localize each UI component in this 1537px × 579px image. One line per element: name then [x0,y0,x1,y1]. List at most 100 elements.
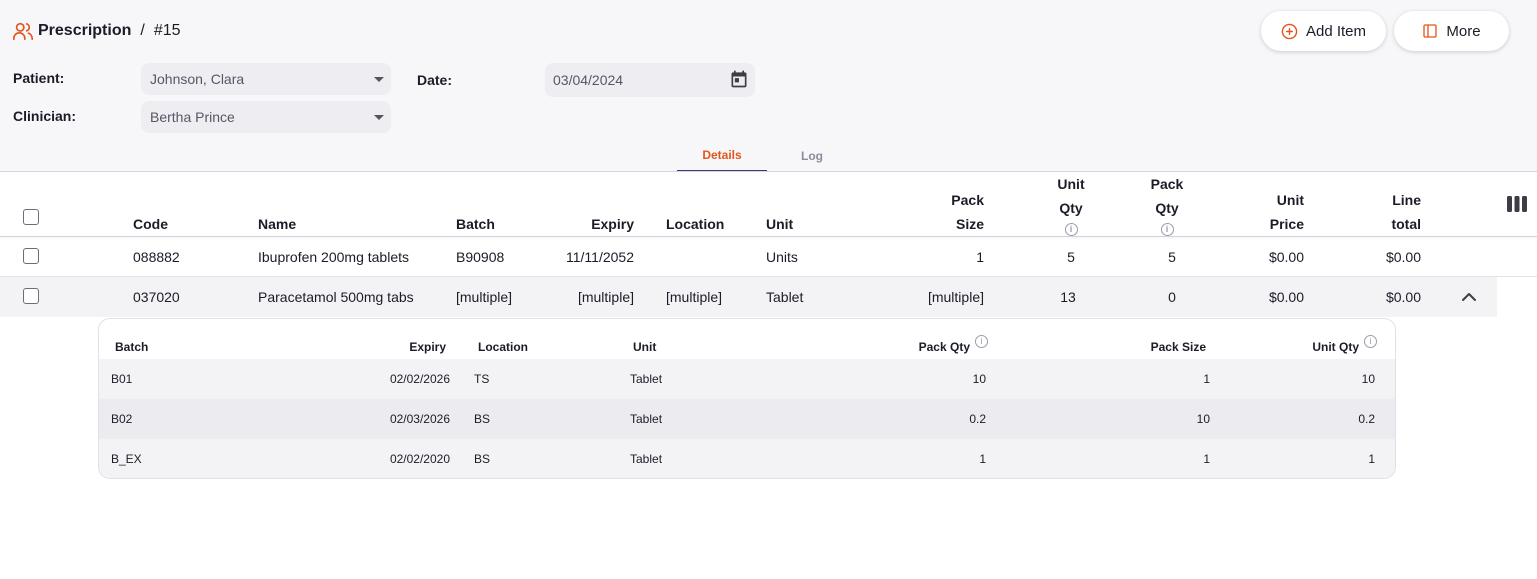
clinician-value: Bertha Prince [150,109,235,125]
cell-expiry: 02/03/2026 [389,412,450,426]
col-header-unit-qty-line2: Qty [1059,200,1083,216]
nested-header-batch: Batch [115,340,149,354]
calendar-icon[interactable] [729,69,749,92]
col-header-unit-qty-line1: Unit [1057,176,1085,192]
col-header-unit-price-line2: Price [1269,216,1304,232]
batch-detail-table: Batch Expiry Location Unit Pack Qty i Pa… [98,318,1396,479]
cell-batch: B90908 [456,249,505,265]
col-header-pack-qty-line1: Pack [1150,176,1184,192]
col-header-unit-qty[interactable]: Unit Qty i [1036,172,1106,236]
cell-expiry: 02/02/2026 [389,372,450,386]
add-item-label: Add Item [1305,22,1367,40]
col-header-batch[interactable]: Batch [456,212,495,236]
more-label: More [1446,22,1481,40]
cell-pack-qty: 1 [979,452,986,466]
cell-pack-qty: 10 [972,372,986,386]
cell-unit-qty: 1 [1368,452,1375,466]
cell-unit: Tablet [766,289,804,305]
col-header-pack-size-line2: Size [955,216,984,232]
col-header-unit[interactable]: Unit [766,212,793,236]
cell-unit: Tablet [630,412,663,426]
patient-value: Johnson, Clara [150,71,245,87]
list-item: B_EX 02/02/2020 BS Tablet 1 1 1 [99,439,1395,478]
more-button[interactable]: More [1394,11,1509,51]
date-label: Date: [417,72,453,88]
cell-location: BS [474,452,491,466]
add-item-button[interactable]: Add Item [1261,11,1386,51]
info-icon[interactable]: i [975,335,988,348]
cell-location: BS [474,412,491,426]
cell-name: Ibuprofen 200mg tablets [258,249,409,265]
cell-unit-qty: 0.2 [1358,412,1375,426]
col-header-line-total-line1: Line [1392,192,1421,208]
tab-log[interactable]: Log [767,140,857,172]
col-header-pack-qty-line2: Qty [1155,200,1179,216]
cell-unit: Tablet [630,452,663,466]
col-header-name[interactable]: Name [258,212,296,236]
page-title[interactable]: Prescription [38,22,131,40]
cell-pack-size: 10 [1196,412,1210,426]
cell-pack-size: [multiple] [927,289,984,305]
cell-unit-qty: 5 [1067,249,1075,265]
chevron-down-icon [374,76,384,82]
row-checkbox[interactable] [23,288,39,304]
clinician-select[interactable]: Bertha Prince [141,101,391,133]
cell-location: [multiple] [666,289,723,305]
info-icon[interactable]: i [1064,223,1078,236]
col-header-line-total[interactable]: Line total [1341,188,1421,236]
chevron-up-icon[interactable] [1461,290,1477,308]
plus-circle-icon [1281,23,1298,39]
breadcrumb-separator: / [140,22,145,39]
cell-unit: Units [766,249,798,265]
cell-batch: B_EX [111,452,142,466]
cell-unit: Tablet [630,372,663,386]
table-row[interactable]: 088882 Ibuprofen 200mg tablets B90908 11… [0,237,1497,276]
nested-header-expiry: Expiry [409,340,446,354]
cell-unit-price: $0.00 [1268,249,1304,265]
cell-line-total: $0.00 [1385,289,1421,305]
cell-name: Paracetamol 500mg tabs [258,289,414,305]
cell-pack-qty: 0 [1168,289,1176,305]
breadcrumb: Prescription / #15 [12,20,181,42]
clinician-label: Clinician: [13,108,77,124]
cell-unit-qty: 10 [1361,372,1375,386]
cell-expiry: 02/02/2020 [389,452,450,466]
select-all-checkbox[interactable] [23,209,39,225]
cell-unit-qty: 13 [1060,289,1076,305]
users-icon [12,20,34,42]
col-header-pack-size[interactable]: Pack Size [904,188,984,236]
col-header-unit-price[interactable]: Unit Price [1224,188,1304,236]
col-header-code[interactable]: Code [133,212,168,236]
tab-details[interactable]: Details [677,140,767,172]
chevron-down-icon [374,114,384,120]
table-row[interactable]: 037020 Paracetamol 500mg tabs [multiple]… [0,277,1497,317]
nested-header-unit-qty: Unit Qty [1312,340,1359,354]
col-header-location[interactable]: Location [666,212,724,236]
row-checkbox[interactable] [23,248,39,264]
cell-pack-qty: 0.2 [969,412,986,426]
panel-icon [1423,24,1438,38]
prescription-number: #15 [153,22,181,39]
cell-location: TS [474,372,490,386]
cell-pack-size: 1 [976,249,984,265]
patient-label: Patient: [13,70,65,86]
col-header-pack-qty[interactable]: Pack Qty i [1132,172,1202,236]
col-header-unit-price-line1: Unit [1276,192,1304,208]
patient-select[interactable]: Johnson, Clara [141,63,391,95]
cell-pack-qty: 5 [1168,249,1176,265]
columns-icon[interactable] [1506,195,1528,218]
col-header-expiry[interactable]: Expiry [554,212,634,236]
info-icon[interactable]: i [1160,223,1174,236]
nested-header-pack-qty: Pack Qty [918,340,970,354]
nested-header-pack-size: Pack Size [1150,340,1206,354]
cell-code: 088882 [133,249,180,265]
cell-batch: [multiple] [456,289,513,305]
date-field[interactable]: 03/04/2024 [545,63,755,97]
info-icon[interactable]: i [1364,335,1377,348]
list-item: B02 02/03/2026 BS Tablet 0.2 10 0.2 [99,399,1395,439]
cell-pack-size: 1 [1203,372,1210,386]
cell-unit-price: $0.00 [1268,289,1304,305]
nested-header-unit: Unit [633,340,657,354]
list-item: B01 02/02/2026 TS Tablet 10 1 10 [99,359,1395,399]
cell-expiry: [multiple] [577,289,634,305]
